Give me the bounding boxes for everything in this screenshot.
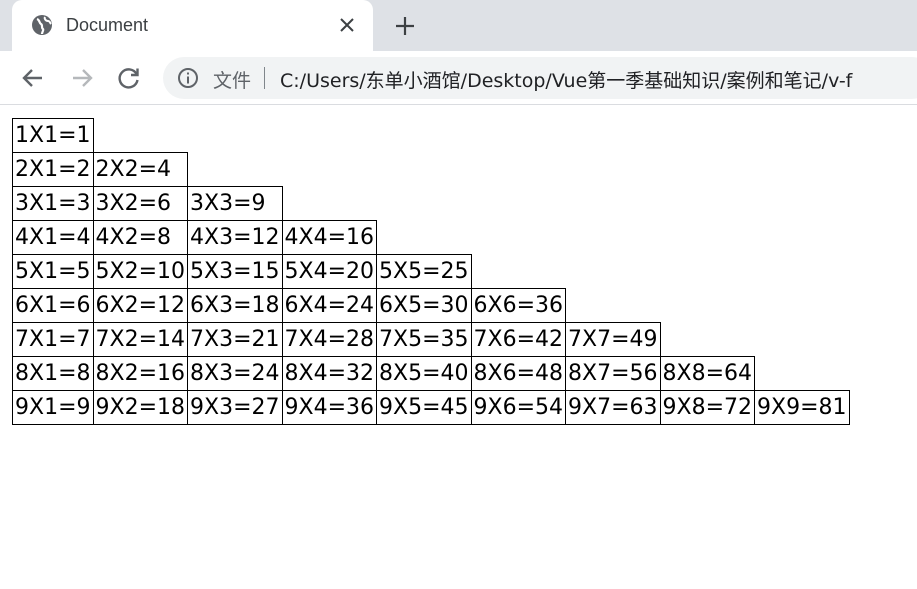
table-row: 2X1=2 2X2=4 [12, 152, 850, 187]
table-cell: 8X5=40 [376, 356, 472, 391]
table-row: 9X1=9 9X2=18 9X3=27 9X4=36 9X5=45 9X6=54 9X7=6… [12, 390, 850, 425]
table-cell: 7X3=21 [187, 322, 283, 357]
table-row: 4X1=4 4X2=8 4X3=12 4X4=16 [12, 220, 850, 255]
table-cell: 8X4=32 [281, 356, 377, 391]
table-cell: 6X5=30 [376, 288, 472, 323]
table-cell: 5X4=20 [281, 254, 377, 289]
info-icon[interactable] [177, 67, 199, 89]
table-cell: 8X1=8 [12, 356, 94, 391]
table-cell: 9X2=18 [92, 390, 188, 425]
table-cell: 5X2=10 [92, 254, 188, 289]
table-cell: 2X1=2 [12, 152, 94, 187]
table-row: 3X1=3 3X2=6 3X3=9 [12, 186, 850, 221]
table-row: 5X1=5 5X2=10 5X3=15 5X4=20 5X5=25 [12, 254, 850, 289]
address-bar[interactable]: 文件 C:/Users/东单小酒馆/Desktop/Vue第一季基础知识/案例和… [163, 57, 917, 99]
table-cell: 7X5=35 [376, 322, 472, 357]
browser-toolbar: 文件 C:/Users/东单小酒馆/Desktop/Vue第一季基础知识/案例和… [0, 51, 917, 105]
reload-icon[interactable] [116, 65, 142, 91]
table-row: 1X1=1 [12, 118, 850, 153]
multiplication-table: 1X1=1 2X1=2 2X2=4 3X1=3 3X2=6 3X3=9 4X1=4 4X2=8… [12, 118, 850, 425]
table-cell: 7X6=42 [470, 322, 566, 357]
table-cell: 9X6=54 [470, 390, 566, 425]
table-cell: 7X1=7 [12, 322, 94, 357]
table-cell: 8X6=48 [470, 356, 566, 391]
table-row: 8X1=8 8X2=16 8X3=24 8X4=32 8X5=40 8X6=48 8X7=5… [12, 356, 850, 391]
table-cell: 8X8=64 [659, 356, 755, 391]
globe-icon [32, 15, 52, 35]
table-cell: 8X2=16 [92, 356, 188, 391]
table-cell: 8X7=56 [565, 356, 661, 391]
table-cell: 8X3=24 [187, 356, 283, 391]
tab-title: Document [66, 15, 149, 35]
address-separator [264, 67, 265, 89]
table-cell: 2X2=4 [92, 152, 188, 187]
table-cell: 6X4=24 [281, 288, 377, 323]
table-cell: 9X1=9 [12, 390, 94, 425]
table-cell: 4X3=12 [187, 220, 283, 255]
table-row: 6X1=6 6X2=12 6X3=18 6X4=24 6X5=30 6X6=36 [12, 288, 850, 323]
back-arrow-icon[interactable] [20, 65, 46, 91]
table-row: 7X1=7 7X2=14 7X3=21 7X4=28 7X5=35 7X6=42 7X7=4… [12, 322, 850, 357]
browser-tab[interactable]: Document [12, 0, 373, 51]
table-cell: 7X4=28 [281, 322, 377, 357]
page-content: 1X1=1 2X1=2 2X2=4 3X1=3 3X2=6 3X3=9 4X1=4 4X2=8… [0, 106, 917, 589]
table-cell: 4X4=16 [281, 220, 377, 255]
table-cell: 5X5=25 [376, 254, 472, 289]
forward-arrow-icon[interactable] [69, 65, 95, 91]
url-text[interactable]: C:/Users/东单小酒馆/Desktop/Vue第一季基础知识/案例和笔记/… [280, 66, 852, 93]
close-icon[interactable] [338, 16, 356, 34]
table-cell: 9X8=72 [659, 390, 755, 425]
table-cell: 7X2=14 [92, 322, 188, 357]
table-cell: 6X3=18 [187, 288, 283, 323]
table-cell: 9X3=27 [187, 390, 283, 425]
table-cell: 5X1=5 [12, 254, 94, 289]
tab-strip: Document [0, 0, 917, 51]
table-cell: 9X5=45 [376, 390, 472, 425]
table-cell: 6X6=36 [470, 288, 566, 323]
table-cell: 4X2=8 [92, 220, 188, 255]
table-cell: 3X2=6 [92, 186, 188, 221]
table-cell: 6X2=12 [92, 288, 188, 323]
table-cell: 1X1=1 [12, 118, 94, 153]
table-cell: 7X7=49 [565, 322, 661, 357]
table-cell: 4X1=4 [12, 220, 94, 255]
table-cell: 3X3=9 [187, 186, 283, 221]
table-cell: 6X1=6 [12, 288, 94, 323]
plus-icon[interactable] [393, 14, 417, 38]
table-cell: 3X1=3 [12, 186, 94, 221]
multiplication-table-body: 1X1=1 2X1=2 2X2=4 3X1=3 3X2=6 3X3=9 4X1=4 4X2=8… [12, 118, 850, 425]
table-cell: 9X9=81 [754, 390, 850, 425]
table-cell: 9X7=63 [565, 390, 661, 425]
table-cell: 5X3=15 [187, 254, 283, 289]
table-cell: 9X4=36 [281, 390, 377, 425]
scheme-label: 文件 [213, 70, 252, 92]
